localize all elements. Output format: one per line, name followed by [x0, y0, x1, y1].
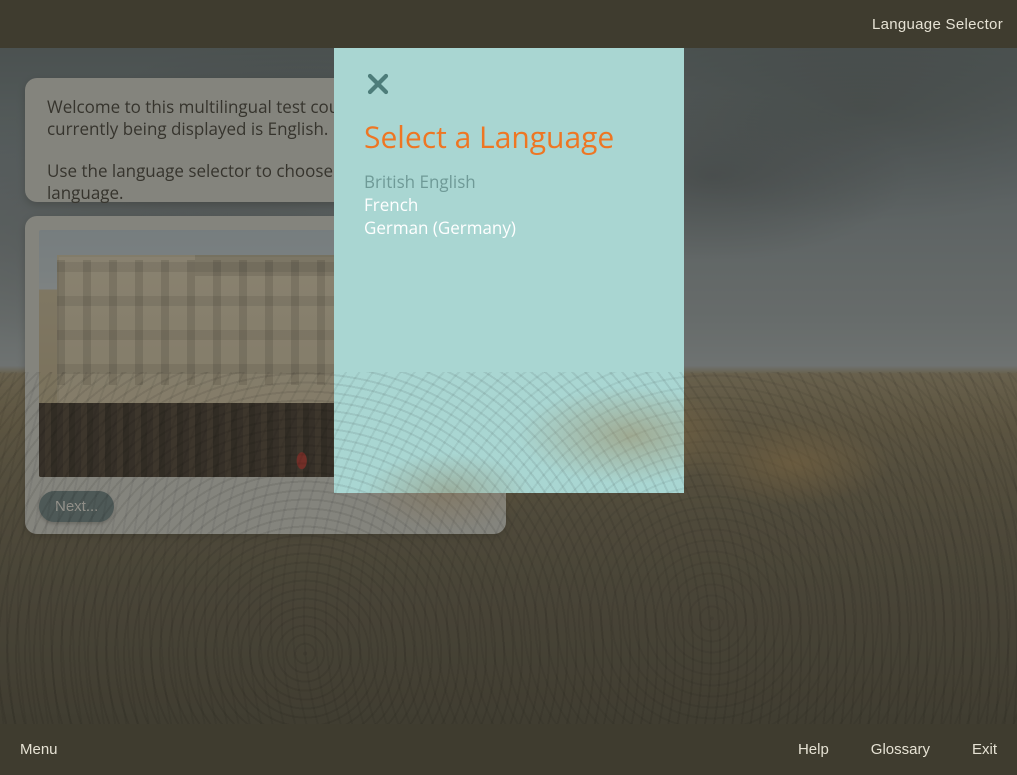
- close-button[interactable]: [364, 72, 392, 100]
- language-option-british-english[interactable]: British English: [364, 171, 654, 194]
- top-bar: Language Selector: [0, 0, 1017, 48]
- menu-link[interactable]: Menu: [20, 741, 58, 758]
- language-option-german[interactable]: German (Germany): [364, 217, 654, 240]
- help-link[interactable]: Help: [798, 741, 829, 758]
- bottom-bar-right: Help Glossary Exit: [798, 741, 997, 758]
- page-title: Language Selector: [872, 16, 1003, 33]
- modal-title: Select a Language: [364, 116, 654, 157]
- exit-link[interactable]: Exit: [972, 741, 997, 758]
- bottom-bar: Menu Help Glossary Exit: [0, 724, 1017, 775]
- language-selector-modal: Select a Language British English French…: [334, 48, 684, 493]
- language-option-french[interactable]: French: [364, 194, 654, 217]
- course-stage: Welcome to this multilingual test course…: [0, 48, 1017, 724]
- language-list: British English French German (Germany): [364, 171, 654, 240]
- glossary-link[interactable]: Glossary: [871, 741, 930, 758]
- next-button[interactable]: Next...: [39, 491, 114, 522]
- close-icon: [366, 72, 390, 101]
